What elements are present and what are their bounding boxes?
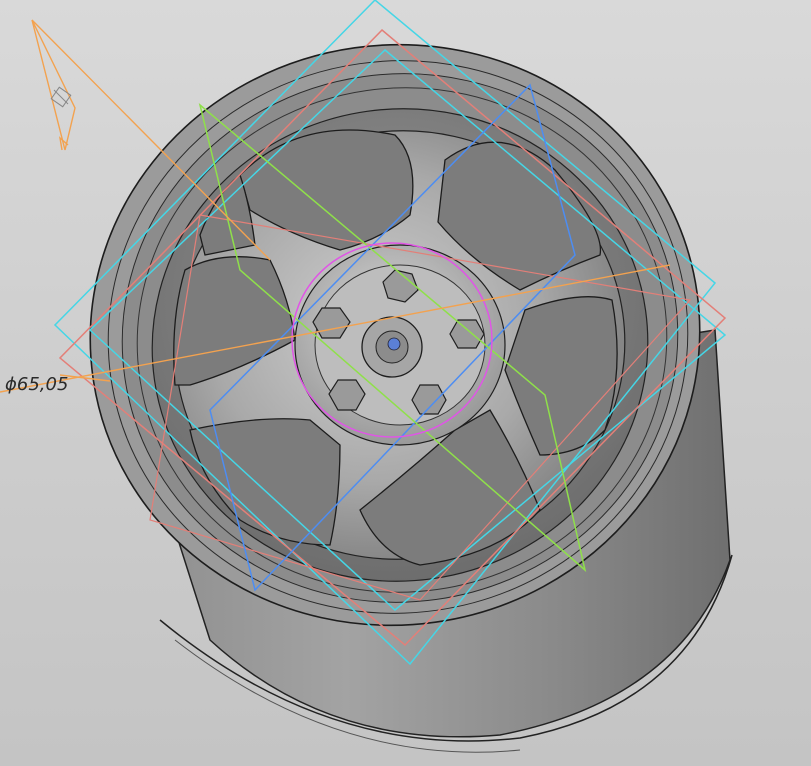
dimension-label[interactable]: ϕ65,05 (5, 374, 68, 395)
lug-nut-5[interactable] (411, 384, 447, 415)
sketch-plane-marker[interactable] (31, 19, 76, 151)
cad-3d-viewport[interactable]: ϕ65,05 (0, 0, 811, 766)
sketch-plane-icon[interactable] (50, 86, 72, 108)
lug-nut-3[interactable] (449, 319, 485, 349)
center-dot (387, 337, 401, 351)
wheel-model-scene[interactable]: ϕ65,05 (0, 0, 811, 766)
